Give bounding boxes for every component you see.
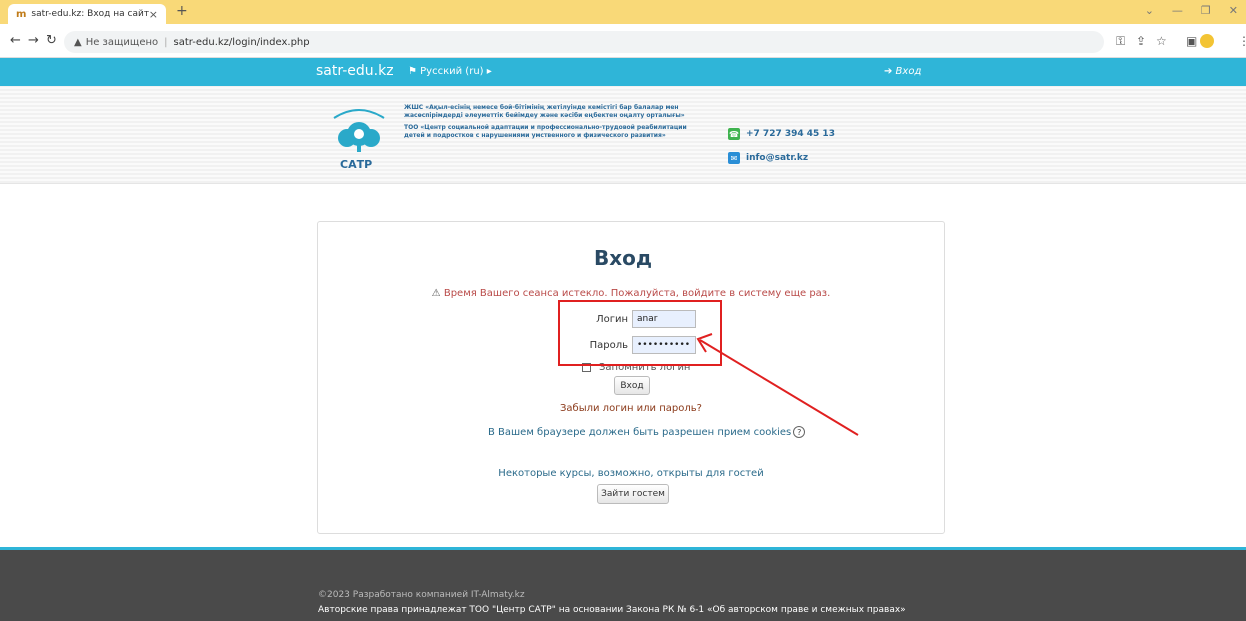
contact-phone[interactable]: ☎ +7 727 394 45 13 [728, 128, 835, 140]
mail-icon: ✉ [728, 152, 740, 164]
window-controls: ⌄ — ❐ ✕ [1145, 4, 1238, 17]
browser-tabstrip: m satr-edu.kz: Вход на сайт × + ⌄ — ❐ ✕ [0, 0, 1246, 24]
warning-triangle-icon: ⚠ [431, 288, 441, 299]
share-icon[interactable]: ⇪ [1136, 34, 1146, 48]
warning-icon[interactable]: ▲ [74, 37, 82, 48]
org-description-ru: ТОО «Центр социальной адаптации и профес… [404, 124, 687, 139]
menu-icon[interactable]: ⋮ [1238, 34, 1246, 48]
phone-number: +7 727 394 45 13 [746, 129, 835, 139]
satr-logo-icon [333, 109, 385, 152]
new-tab-button[interactable]: + [176, 3, 188, 19]
email-address: info@satr.kz [746, 153, 809, 163]
footer-rights: Авторские права принадлежат ТОО "Центр С… [318, 605, 906, 615]
sidepanel-icon[interactable]: ▣ [1186, 34, 1197, 48]
tab-title: satr-edu.kz: Вход на сайт [31, 9, 149, 19]
moodle-favicon-icon: m [16, 8, 27, 20]
cookies-notice: В Вашем браузере должен быть разрешен пр… [488, 426, 806, 438]
site-brand-link[interactable]: satr-edu.kz [316, 63, 394, 79]
back-icon[interactable]: ← [10, 33, 21, 48]
forward-icon[interactable]: → [28, 33, 39, 48]
org-description-kz: ЖШС «Ақыл-есінің немесе бой-бітімінің же… [404, 104, 685, 119]
key-icon[interactable]: ⚿ [1116, 34, 1125, 49]
browser-toolbar: ← → ↻ ▲ Не защищено | satr-edu.kz/login/… [0, 24, 1246, 58]
footer-copyright: ©2023 Разработано компанией IT-Almaty.kz [318, 590, 525, 600]
address-bar[interactable]: ▲ Не защищено | satr-edu.kz/login/index.… [64, 31, 1104, 53]
annotation-highlight-box [558, 300, 722, 366]
session-expired-alert: ⚠ Время Вашего сеанса истекло. Пожалуйст… [0, 288, 1246, 299]
help-icon[interactable]: ? [793, 426, 806, 438]
url-text: satr-edu.kz/login/index.php [173, 36, 310, 48]
login-submit-button[interactable]: Вход [614, 376, 650, 395]
browser-tab[interactable]: m satr-edu.kz: Вход на сайт × [8, 4, 166, 24]
tab-close-icon[interactable]: × [149, 8, 158, 21]
tab-search-icon[interactable]: ⌄ [1145, 4, 1154, 17]
guest-access-notice: Некоторые курсы, возможно, открыты для г… [498, 468, 764, 479]
forgot-password-link[interactable]: Забыли логин или пароль? [0, 403, 1246, 414]
minimize-icon[interactable]: — [1172, 4, 1183, 17]
org-description: ЖШС «Ақыл-есінің немесе бой-бітімінің же… [404, 104, 694, 144]
login-title: Вход [593, 246, 653, 270]
reload-icon[interactable]: ↻ [46, 33, 57, 48]
separator: | [164, 36, 168, 48]
language-menu[interactable]: ⚑ Русский (ru) ▸ [408, 66, 492, 77]
site-navbar: satr-edu.kz ⚑ Русский (ru) ▸ ➔ Вход [0, 58, 1246, 86]
close-window-icon[interactable]: ✕ [1229, 4, 1238, 17]
bookmark-star-icon[interactable]: ☆ [1156, 34, 1167, 48]
navbar-login-link[interactable]: ➔ Вход [884, 66, 921, 77]
profile-avatar[interactable] [1200, 34, 1214, 48]
session-expired-text: Время Вашего сеанса истекло. Пожалуйста,… [443, 288, 831, 299]
phone-icon: ☎ [728, 128, 740, 140]
security-label: Не защищено [85, 36, 159, 48]
contact-email[interactable]: ✉ info@satr.kz [728, 152, 808, 164]
cookies-text: В Вашем браузере должен быть разрешен пр… [488, 426, 792, 438]
guest-login-button[interactable]: Зайти гостем [597, 484, 669, 504]
logo-text: САТР [340, 158, 373, 171]
restore-icon[interactable]: ❐ [1201, 4, 1211, 17]
